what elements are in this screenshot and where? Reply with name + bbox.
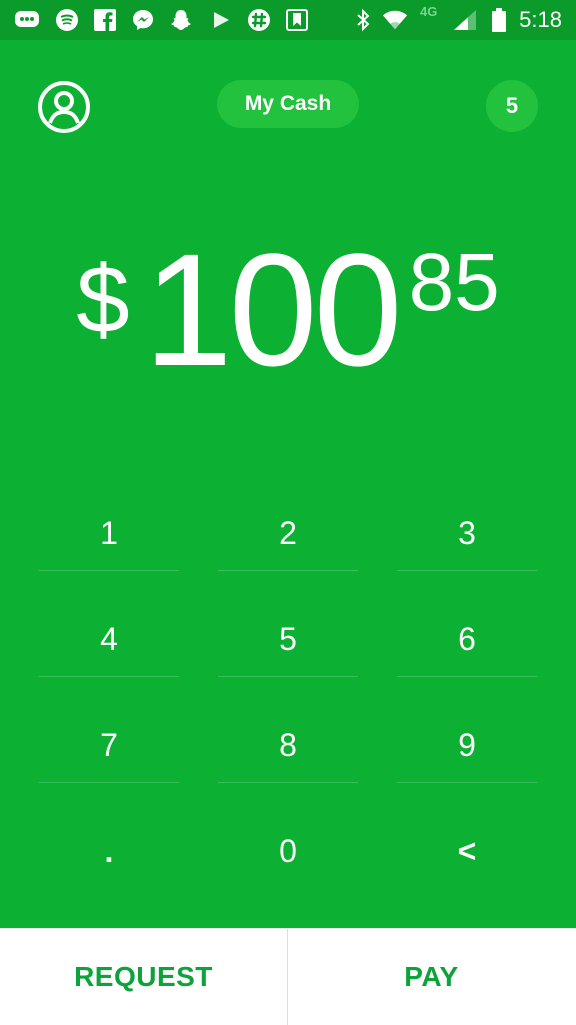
cash-app-main: My Cash 5 $ 100 85 1 2 3 4 5 6 7 8 9 . 0… (0, 40, 576, 928)
amount-cents: 85 (408, 237, 500, 328)
keypad-divider (218, 676, 358, 677)
keypad-divider (39, 676, 179, 677)
play-store-icon (208, 8, 234, 32)
profile-button[interactable] (37, 80, 91, 134)
keypad-divider (397, 570, 537, 571)
action-bar: REQUEST PAY (0, 928, 576, 1025)
keypad-divider (397, 782, 537, 783)
request-button[interactable]: REQUEST (0, 929, 287, 1025)
keypad-divider (39, 570, 179, 571)
amount-whole: 100 (143, 220, 403, 399)
signal-icon (452, 8, 478, 32)
bluetooth-icon (350, 8, 376, 32)
status-bar: 4G 5:18 (0, 0, 576, 40)
messenger-icon (130, 8, 156, 32)
status-time: 5:18 (519, 7, 562, 32)
network-type-label: 4G (420, 4, 438, 19)
currency-symbol: $ (76, 246, 130, 353)
activity-badge[interactable]: 5 (486, 80, 538, 132)
key-decimal[interactable]: . (39, 798, 179, 904)
key-0[interactable]: 0 (218, 798, 358, 904)
snapchat-icon (168, 8, 194, 32)
battery-icon (486, 8, 512, 32)
bookmark-app-icon (284, 8, 310, 32)
profile-icon (38, 81, 90, 133)
keypad-divider (218, 782, 358, 783)
slack-icon (246, 8, 272, 32)
spotify-icon (54, 8, 80, 32)
pay-button[interactable]: PAY (288, 929, 575, 1025)
my-cash-button[interactable]: My Cash (217, 80, 359, 128)
keypad-divider (397, 676, 537, 677)
keypad-divider (39, 782, 179, 783)
facebook-icon (92, 8, 118, 32)
keypad-divider (218, 570, 358, 571)
backspace-key[interactable]: < (397, 798, 537, 904)
wifi-icon (382, 8, 408, 32)
amount-display: $ 100 85 (0, 230, 576, 410)
messages-icon (14, 8, 40, 32)
